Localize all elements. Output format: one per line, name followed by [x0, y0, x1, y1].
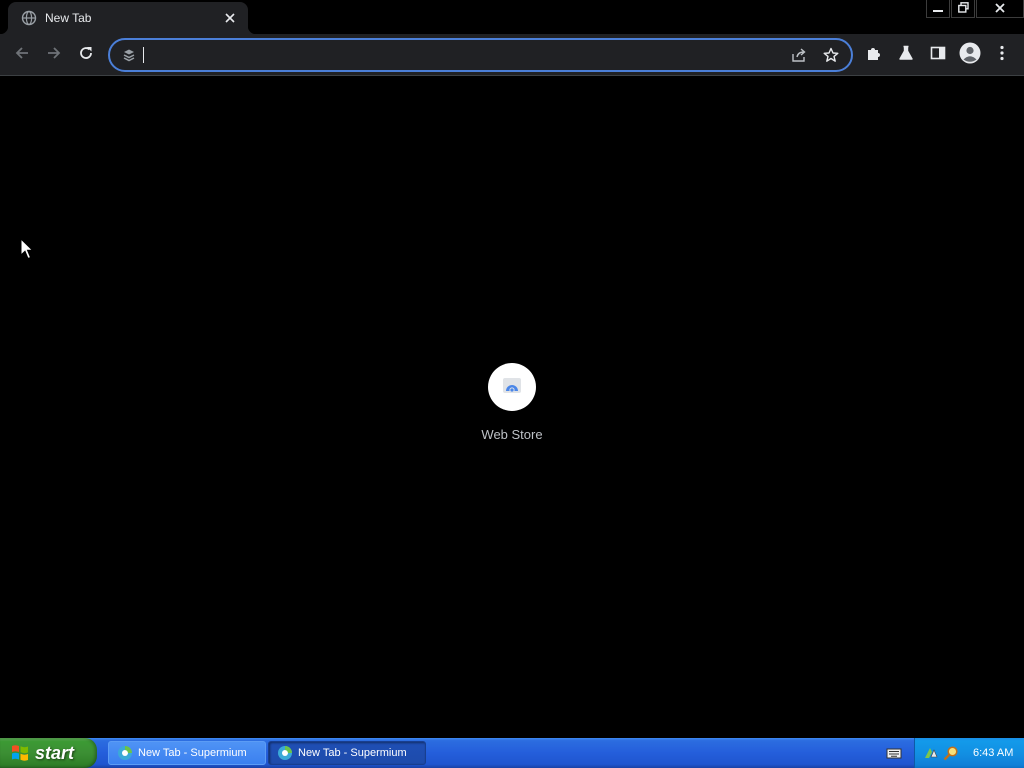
back-button[interactable] [6, 39, 38, 71]
extensions-button[interactable] [858, 39, 890, 71]
address-input[interactable] [141, 42, 783, 68]
kebab-menu-icon [1000, 45, 1004, 66]
side-panel-button[interactable] [922, 39, 954, 71]
minimize-button[interactable] [926, 0, 950, 18]
task-label: New Tab - Supermium [138, 747, 247, 759]
puzzle-icon [866, 45, 882, 66]
reload-button[interactable] [70, 39, 102, 71]
search-engine-icon [117, 43, 141, 67]
system-tray: 6:43 AM [914, 738, 1024, 768]
close-icon [995, 0, 1005, 18]
arrow-right-icon [46, 45, 62, 66]
supermium-icon [117, 745, 133, 761]
flask-icon [898, 45, 914, 66]
search-icon[interactable] [943, 745, 959, 761]
taskbar-button-supermium-2[interactable]: New Tab - Supermium [268, 741, 426, 765]
web-store-icon [500, 373, 524, 402]
close-window-button[interactable] [976, 0, 1024, 18]
star-icon[interactable] [815, 41, 847, 69]
window-controls [925, 0, 1024, 18]
shortcut-label: Web Store [481, 427, 543, 442]
reload-icon [78, 45, 94, 66]
taskbar-button-supermium-1[interactable]: New Tab - Supermium [108, 741, 266, 765]
clock: 6:43 AM [973, 747, 1014, 759]
minimize-icon [933, 0, 943, 18]
globe-icon [21, 10, 37, 26]
close-icon[interactable] [222, 10, 238, 26]
restore-button[interactable] [951, 0, 975, 18]
supermium-icon [277, 745, 293, 761]
tab-title: New Tab [45, 11, 92, 25]
start-button[interactable]: start [0, 738, 97, 768]
browser-titlebar: New Tab [0, 0, 1024, 34]
browser-toolbar [0, 34, 1024, 76]
new-tab-page: Web Store [0, 77, 1024, 738]
labs-button[interactable] [890, 39, 922, 71]
network-icon[interactable] [923, 745, 939, 761]
keyboard-icon[interactable] [886, 745, 902, 761]
shortcut-tile [488, 363, 536, 411]
tab-new-tab[interactable]: New Tab [0, 2, 256, 34]
menu-button[interactable] [986, 39, 1018, 71]
share-icon[interactable] [783, 41, 815, 69]
restore-icon [957, 0, 969, 18]
profile-button[interactable] [954, 39, 986, 71]
mouse-cursor-icon [20, 237, 34, 265]
windows-flag-icon [10, 743, 30, 763]
taskbar: start New Tab - Supermium New Tab - Supe… [0, 738, 1024, 768]
text-caret [143, 47, 144, 63]
forward-button[interactable] [38, 39, 70, 71]
address-bar[interactable] [108, 38, 853, 72]
task-label: New Tab - Supermium [298, 747, 407, 759]
profile-icon [959, 42, 981, 69]
shortcut-web-store[interactable]: Web Store [470, 363, 554, 442]
side-panel-icon [930, 45, 946, 66]
arrow-left-icon [14, 45, 30, 66]
start-label: start [35, 742, 75, 763]
omnibox-actions [783, 41, 847, 69]
